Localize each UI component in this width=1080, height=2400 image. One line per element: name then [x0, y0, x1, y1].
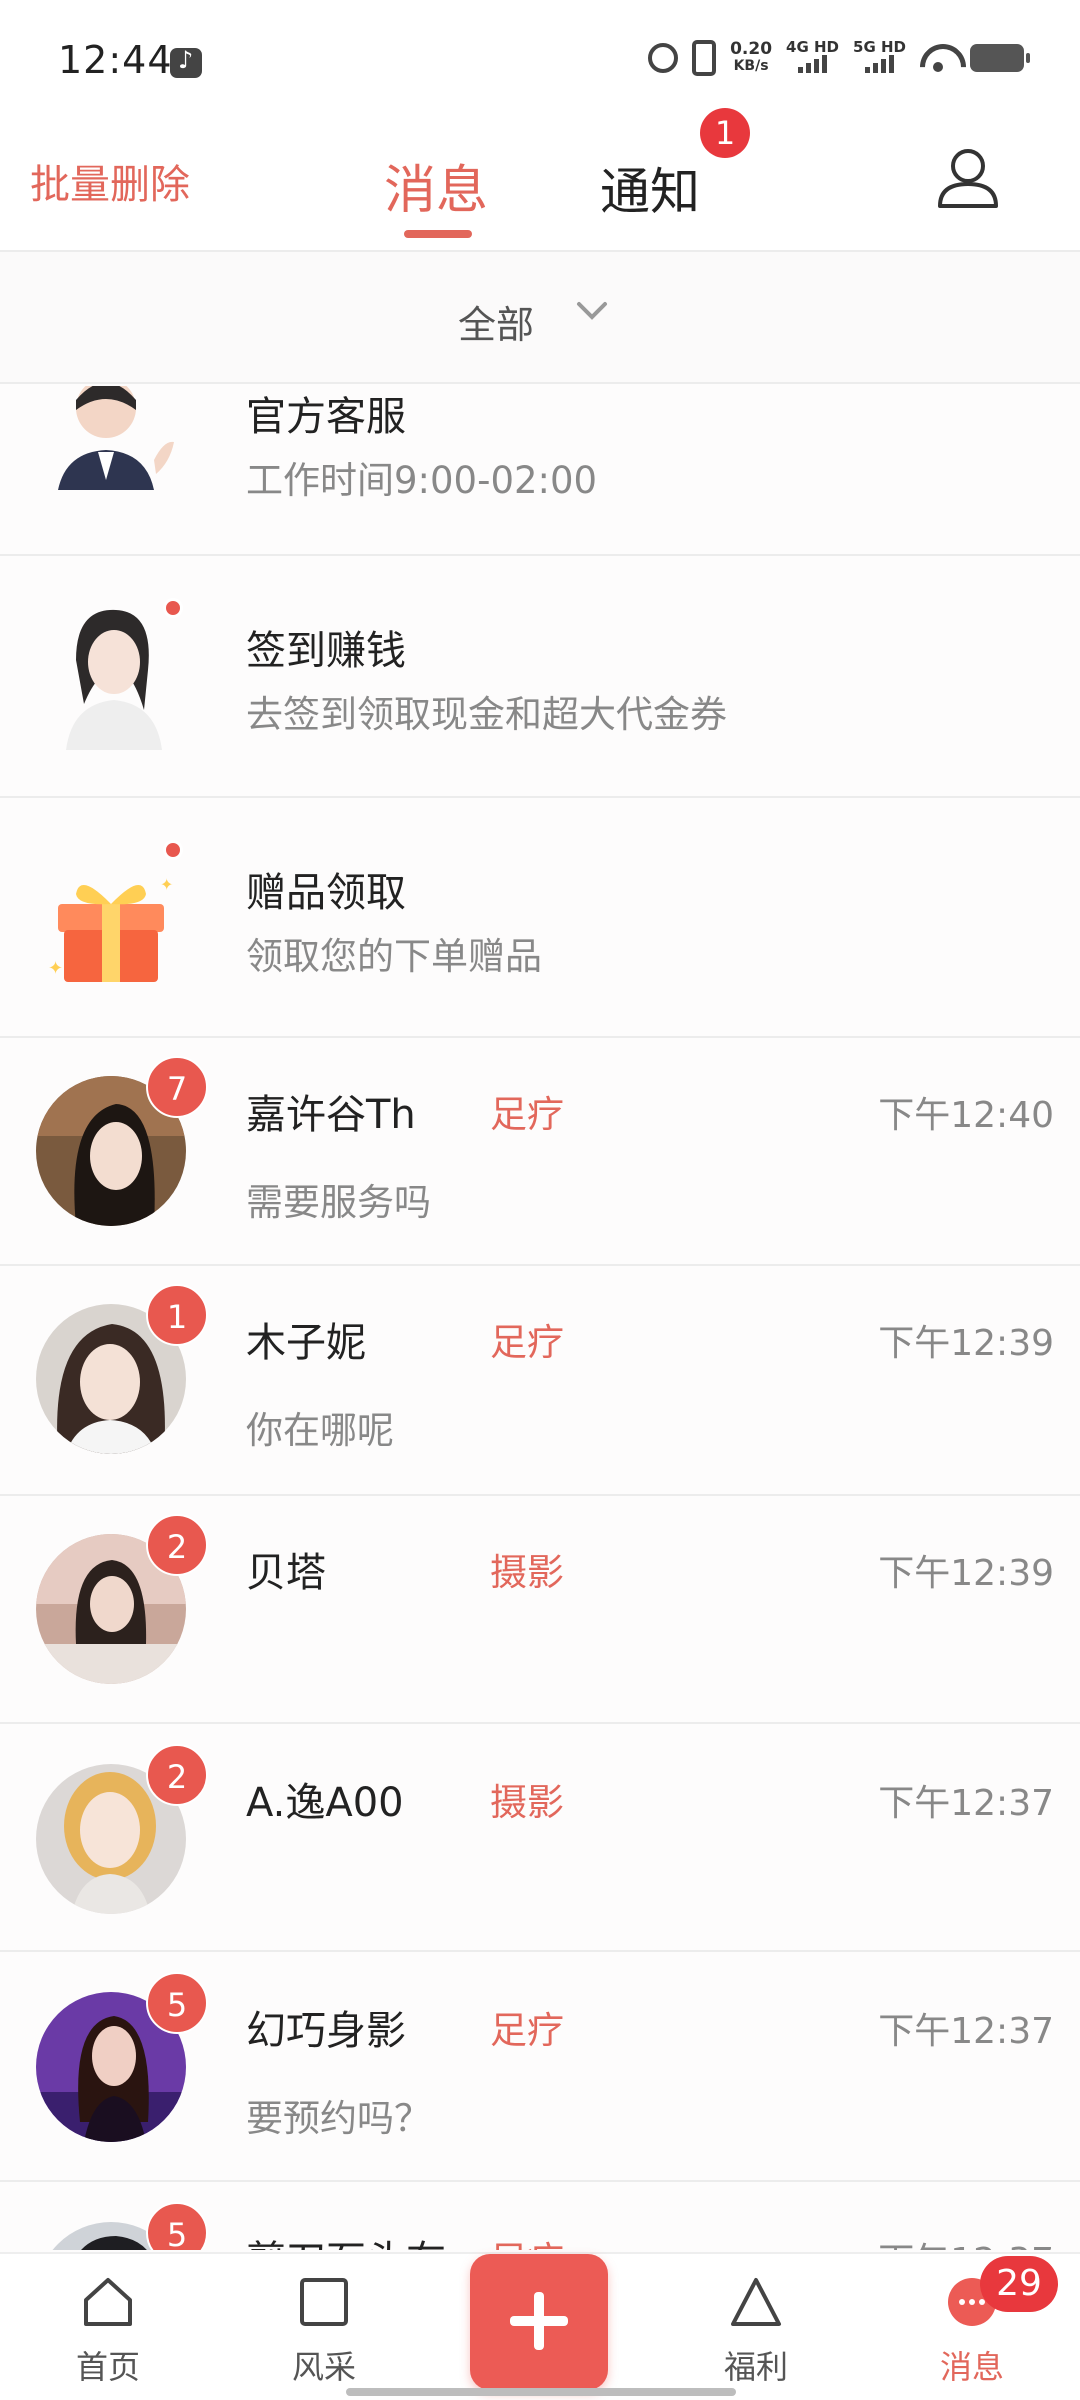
row-title: 签到赚钱 — [246, 628, 406, 674]
unread-count-badge: 2 — [146, 1744, 208, 1806]
service-tag: 足疗 — [490, 2009, 564, 2052]
row-title: 官方客服 — [246, 394, 406, 440]
unread-count-badge: 5 — [146, 1972, 208, 2034]
contact-name: 剪刀石头布 — [246, 2228, 446, 2250]
conversation-row[interactable]: 2 A.逸A00 摄影 下午12:37 — [0, 1724, 1080, 1952]
plus-icon — [510, 2292, 568, 2350]
list-item[interactable]: 官方客服 工作时间9:00-02:00 — [0, 386, 1080, 556]
message-time: 下午12:39 — [878, 1553, 1054, 1594]
top-header: 批量删除 消息 通知 1 — [0, 108, 1080, 252]
gift-icon: ✦ ✦ — [36, 842, 186, 992]
sign-in-avatar — [36, 600, 186, 750]
unread-count-badge: 2 — [146, 1514, 208, 1576]
unread-dot — [163, 598, 183, 618]
unread-count-badge: 5 — [146, 2202, 208, 2250]
active-tab-indicator — [404, 230, 472, 238]
status-icons: 0.20 KB/s 4G HD 5G HD — [648, 39, 1030, 76]
service-tag: 摄影 — [490, 1781, 564, 1824]
status-time: 12:44 — [58, 38, 173, 82]
service-tag: 摄影 — [490, 1551, 564, 1594]
square-icon — [300, 2278, 348, 2326]
customer-service-avatar — [36, 386, 186, 520]
conversation-row[interactable]: 2 贝塔 摄影 下午12:39 — [0, 1496, 1080, 1724]
conversation-row[interactable]: 5 剪刀石头布 足疗 下午12:37 — [0, 2182, 1080, 2250]
battery-icon — [970, 44, 1030, 72]
wifi-icon — [920, 44, 956, 72]
message-preview: 需要服务吗 — [246, 1181, 431, 1224]
sim1-signal: 4G HD — [786, 40, 839, 76]
message-time: 下午12:37 — [878, 2011, 1054, 2052]
nav-welfare[interactable]: 福利 — [686, 2254, 826, 2400]
messages-count-badge: 29 — [980, 2256, 1058, 2312]
music-app-icon — [170, 46, 202, 78]
message-time: 下午12:37 — [878, 2232, 1054, 2250]
signal-icon — [865, 55, 894, 73]
unread-count-badge: 1 — [146, 1284, 208, 1346]
contact-name: 嘉许谷Th — [246, 1092, 416, 1138]
home-indicator[interactable] — [346, 2388, 736, 2396]
notification-count-badge: 1 — [700, 108, 750, 158]
sim2-signal: 5G HD — [853, 40, 906, 76]
vibrate-icon — [692, 40, 717, 76]
message-time: 下午12:37 — [878, 1783, 1054, 1824]
nav-label: 消息 — [939, 2348, 1004, 2386]
user-profile-icon[interactable] — [935, 146, 1001, 212]
conversation-row[interactable]: 5 幻巧身影 足疗 下午12:37 要预约吗？ — [0, 1952, 1080, 2182]
home-icon — [84, 2278, 132, 2326]
contact-name: A.逸A00 — [246, 1780, 404, 1826]
conversation-row[interactable]: 1 木子妮 足疗 下午12:39 你在哪呢 — [0, 1266, 1080, 1496]
contact-name: 贝塔 — [246, 1550, 326, 1596]
contact-name: 幻巧身影 — [246, 2008, 406, 2054]
message-preview: 你在哪呢 — [246, 1409, 394, 1452]
contact-name: 木子妮 — [246, 1320, 366, 1366]
row-subtitle: 领取您的下单赠品 — [246, 935, 542, 978]
message-list: 官方客服 工作时间9:00-02:00 签到赚钱 去签到领取现金和超大代金券 ✦… — [0, 386, 1080, 2250]
unread-dot — [163, 840, 183, 860]
chevron-down-icon — [577, 302, 607, 320]
signal-icon — [798, 55, 828, 73]
nav-style[interactable]: 风采 — [254, 2254, 394, 2400]
svg-text:✦: ✦ — [48, 958, 63, 979]
row-subtitle: 去签到领取现金和超大代金券 — [246, 693, 727, 736]
service-tag: 足疗 — [490, 2230, 564, 2250]
tab-messages[interactable]: 消息 — [384, 148, 488, 223]
message-time: 下午12:40 — [878, 1095, 1054, 1136]
triangle-icon — [731, 2278, 781, 2326]
service-tag: 足疗 — [490, 1093, 564, 1136]
conversation-row[interactable]: 7 嘉许谷Th 足疗 下午12:40 需要服务吗 — [0, 1038, 1080, 1266]
unread-count-badge: 7 — [146, 1056, 208, 1118]
net-speed: 0.20 KB/s — [730, 39, 773, 75]
nav-label: 福利 — [723, 2348, 788, 2386]
filter-dropdown[interactable]: 全部 — [0, 252, 1080, 384]
nav-label: 风采 — [291, 2348, 356, 2386]
status-bar: 12:44 0.20 KB/s 4G HD 5G HD — [0, 0, 1080, 110]
message-time: 下午12:39 — [878, 1323, 1054, 1364]
tab-notifications[interactable]: 通知 — [600, 152, 700, 224]
svg-text:✦: ✦ — [160, 875, 173, 894]
row-title: 赠品领取 — [246, 870, 406, 916]
nav-home[interactable]: 首页 — [38, 2254, 178, 2400]
list-item[interactable]: 签到赚钱 去签到领取现金和超大代金券 — [0, 558, 1080, 798]
row-subtitle: 工作时间9:00-02:00 — [246, 459, 598, 502]
alarm-icon — [648, 43, 679, 73]
add-post-button[interactable] — [470, 2254, 608, 2390]
filter-label: 全部 — [458, 303, 535, 347]
list-item[interactable]: ✦ ✦ 赠品领取 领取您的下单赠品 — [0, 798, 1080, 1038]
batch-delete-button[interactable]: 批量删除 — [30, 152, 190, 210]
nav-label: 首页 — [75, 2348, 140, 2386]
message-preview: 要预约吗？ — [246, 2097, 431, 2140]
service-tag: 足疗 — [490, 1321, 564, 1364]
